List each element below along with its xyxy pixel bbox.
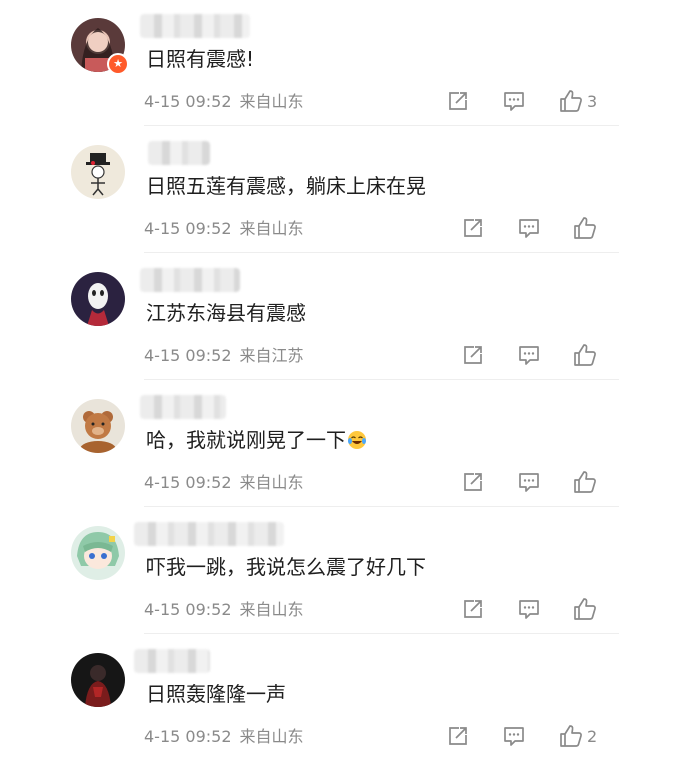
comment-location: 来自山东 — [239, 473, 304, 492]
thumbs-up-icon — [574, 598, 596, 620]
reply-button[interactable] — [518, 469, 540, 495]
comment-date: 4-15 09:52 — [144, 473, 232, 492]
divider — [144, 125, 619, 126]
comment-location: 来自山东 — [239, 219, 304, 238]
share-icon — [464, 346, 482, 364]
username-blurred[interactable] — [140, 395, 226, 419]
divider — [144, 633, 619, 634]
divider — [144, 379, 619, 380]
comment-meta: 4-15 09:52 来自山东 — [144, 472, 304, 494]
like-count: 2 — [587, 726, 598, 746]
comment-meta: 4-15 09:52 来自山东 — [144, 91, 304, 113]
masked-figure-avatar[interactable] — [71, 272, 125, 326]
username-blurred[interactable] — [134, 649, 210, 673]
share-button[interactable] — [462, 469, 484, 495]
comment-location: 来自江苏 — [239, 346, 304, 365]
thumbs-up-icon — [574, 471, 596, 493]
comment-text: 哈，我就说刚晃了一下 — [146, 426, 367, 454]
like-button[interactable] — [573, 215, 597, 241]
share-icon — [449, 727, 467, 745]
comment-meta: 4-15 09:52 来自山东 — [144, 726, 304, 748]
comment-icon — [504, 92, 524, 111]
comment-date: 4-15 09:52 — [144, 92, 232, 111]
comment-meta: 4-15 09:52 来自山东 — [144, 599, 304, 621]
comment-date: 4-15 09:52 — [144, 600, 232, 619]
share-button[interactable] — [462, 596, 484, 622]
reply-button[interactable] — [503, 723, 525, 749]
reply-button[interactable] — [518, 342, 540, 368]
comment-date: 4-15 09:52 — [144, 346, 232, 365]
divider — [144, 506, 619, 507]
comment-meta: 4-15 09:52 来自江苏 — [144, 345, 304, 367]
thumbs-up-icon — [574, 217, 596, 239]
comment-icon — [519, 346, 539, 365]
comment-text: 日照轰隆隆一声 — [146, 682, 286, 706]
share-icon — [464, 219, 482, 237]
comment-text: 日照有震感! — [146, 47, 255, 71]
share-icon — [449, 92, 467, 110]
reply-button[interactable] — [518, 596, 540, 622]
comment-text: 江苏东海县有震感 — [146, 301, 306, 325]
comment-text: 日照五莲有震感，躺床上床在晃 — [146, 174, 426, 198]
like-count: 3 — [587, 91, 598, 111]
comment-item: 日照轰隆隆一声 4-15 09:52 来自山东 2 — [0, 635, 673, 762]
thumbs-up-icon — [560, 90, 582, 112]
comment-item: ★ 日照有震感! 4-15 09:52 来自山东 3 — [0, 0, 673, 127]
reply-button[interactable] — [503, 88, 525, 114]
comment-item: 吓我一跳，我说怎么震了好几下 4-15 09:52 来自山东 — [0, 508, 673, 635]
username-blurred[interactable] — [140, 268, 240, 292]
comment-item: 江苏东海县有震感 4-15 09:52 来自江苏 — [0, 254, 673, 381]
comment-icon — [504, 727, 524, 746]
share-icon — [464, 473, 482, 491]
comment-icon — [519, 473, 539, 492]
divider — [144, 252, 619, 253]
dark-figure-avatar[interactable] — [71, 653, 125, 707]
comment-icon — [519, 600, 539, 619]
username-blurred[interactable] — [148, 141, 210, 165]
thumbs-up-icon — [574, 344, 596, 366]
comment-location: 来自山东 — [239, 92, 304, 111]
share-button[interactable] — [462, 215, 484, 241]
thumbs-up-icon — [560, 725, 582, 747]
teddy-bear-avatar[interactable] — [71, 399, 125, 453]
comment-date: 4-15 09:52 — [144, 219, 232, 238]
like-button[interactable] — [573, 596, 597, 622]
comment-text: 吓我一跳，我说怎么震了好几下 — [146, 555, 426, 579]
comment-item: 哈，我就说刚晃了一下 4-15 09:52 来自山东 — [0, 381, 673, 508]
comment-text-content: 哈，我就说刚晃了一下 — [146, 428, 346, 452]
username-blurred[interactable] — [140, 14, 250, 38]
share-button[interactable] — [447, 723, 469, 749]
reply-button[interactable] — [518, 215, 540, 241]
sketch-figure-avatar[interactable] — [71, 145, 125, 199]
like-button[interactable] — [573, 342, 597, 368]
crying-laughing-emoji — [348, 431, 366, 449]
comment-meta: 4-15 09:52 来自山东 — [144, 218, 304, 240]
username-blurred[interactable] — [134, 522, 284, 546]
comment-date: 4-15 09:52 — [144, 727, 232, 746]
comment-icon — [519, 219, 539, 238]
share-button[interactable] — [447, 88, 469, 114]
comment-item: 日照五莲有震感，躺床上床在晃 4-15 09:52 来自山东 — [0, 127, 673, 254]
verified-badge-icon: ★ — [107, 53, 129, 75]
anime-character-avatar[interactable] — [71, 526, 125, 580]
share-icon — [464, 600, 482, 618]
like-button[interactable] — [573, 469, 597, 495]
comment-location: 来自山东 — [239, 727, 304, 746]
like-button[interactable]: 3 — [559, 88, 597, 114]
comment-location: 来自山东 — [239, 600, 304, 619]
share-button[interactable] — [462, 342, 484, 368]
like-button[interactable]: 2 — [559, 723, 597, 749]
